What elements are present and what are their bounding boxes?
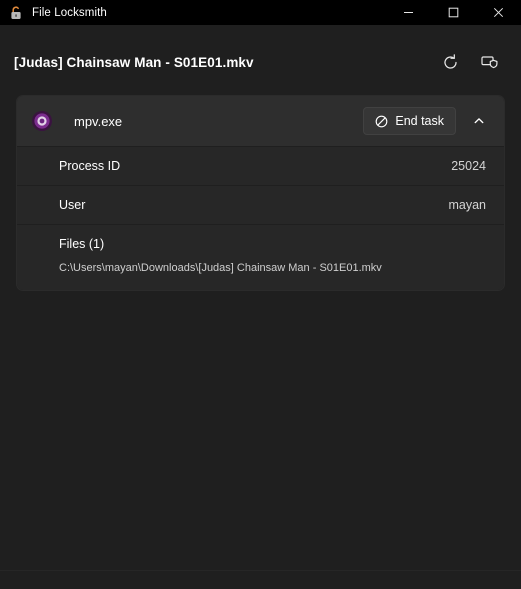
block-icon — [375, 115, 388, 128]
refresh-icon — [441, 53, 460, 72]
end-task-button[interactable]: End task — [363, 107, 456, 135]
lock-icon — [8, 5, 24, 21]
title-bar: File Locksmith — [0, 0, 521, 25]
bottom-divider — [0, 570, 521, 571]
page-header: [Judas] Chainsaw Man - S01E01.mkv — [0, 25, 521, 95]
maximize-button[interactable] — [431, 0, 476, 25]
window-controls — [386, 0, 521, 25]
page-title: [Judas] Chainsaw Man - S01E01.mkv — [14, 51, 435, 70]
close-button[interactable] — [476, 0, 521, 25]
detail-label: Process ID — [59, 159, 451, 173]
mpv-logo-icon — [31, 110, 53, 132]
refresh-button[interactable] — [435, 47, 465, 77]
chevron-up-icon — [473, 115, 485, 127]
files-section: Files (1) C:\Users\mayan\Downloads\[Juda… — [17, 224, 504, 290]
content-empty-area — [0, 291, 521, 589]
process-row[interactable]: mpv.exe End task — [17, 96, 504, 146]
detail-row-user: User mayan — [17, 185, 504, 224]
detail-row-process-id: Process ID 25024 — [17, 146, 504, 185]
process-name: mpv.exe — [74, 114, 363, 129]
files-label: Files (1) — [59, 237, 486, 251]
shield-window-icon — [480, 52, 500, 72]
restart-as-administrator-button[interactable] — [475, 47, 505, 77]
detail-label: User — [59, 198, 448, 212]
detail-value: mayan — [448, 198, 486, 212]
detail-value: 25024 — [451, 159, 486, 173]
file-path: C:\Users\mayan\Downloads\[Judas] Chainsa… — [59, 262, 486, 274]
end-task-label: End task — [395, 114, 444, 128]
expand-collapse-button[interactable] — [464, 106, 494, 136]
title-bar-left: File Locksmith — [0, 5, 386, 21]
minimize-button[interactable] — [386, 0, 431, 25]
window-title: File Locksmith — [32, 7, 107, 19]
process-card: mpv.exe End task Process ID — [16, 95, 505, 291]
file-locksmith-window: File Locksmith [Judas] Chainsaw Man - S0… — [0, 0, 521, 589]
header-actions — [435, 43, 505, 77]
